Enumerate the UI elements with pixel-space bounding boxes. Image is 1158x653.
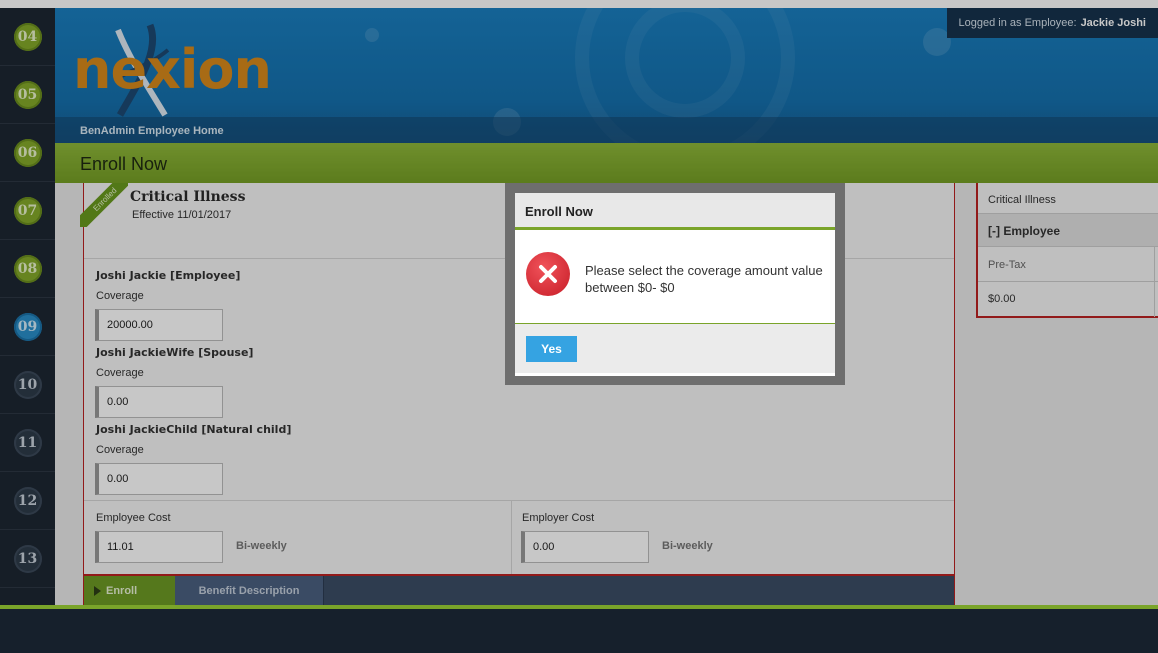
close-x-icon: [539, 265, 557, 283]
footer: [0, 609, 1158, 653]
dialog-title: Enroll Now: [515, 193, 835, 230]
dialog-body: Please select the coverage amount value …: [515, 230, 835, 324]
yes-button[interactable]: Yes: [526, 336, 577, 362]
error-icon: [526, 252, 570, 296]
app-root: 04 05 06 07 08 09 10 11 12 13 nexion Ben…: [0, 0, 1158, 653]
alert-dialog: Enroll Now Please select the coverage am…: [515, 193, 835, 376]
dialog-footer: Yes: [515, 324, 835, 373]
dialog-message: Please select the coverage amount value …: [585, 263, 823, 295]
modal-frame: Enroll Now Please select the coverage am…: [505, 183, 845, 385]
